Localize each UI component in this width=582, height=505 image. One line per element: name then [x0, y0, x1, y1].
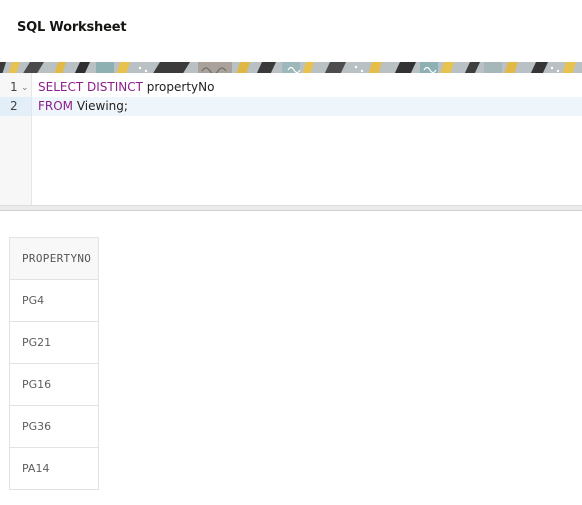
sql-text: Viewing; [73, 99, 128, 113]
table-row: PG16 [9, 363, 99, 406]
page-title: SQL Worksheet [17, 20, 127, 35]
sql-keyword: SELECT DISTINCT [38, 80, 143, 94]
sql-text: propertyNo [142, 80, 215, 94]
table-header-row: PROPERTYNO [9, 237, 99, 280]
sql-editor[interactable]: 1 ⌄ 2 SELECT DISTINCT propertyNo FROM Vi… [0, 73, 582, 205]
query-results-panel: PROPERTYNO PG4 PG21 PG16 PG36 PA14 [0, 211, 582, 505]
gutter-line-1: 1 ⌄ [0, 78, 31, 97]
code-line-2[interactable]: FROM Viewing; [32, 97, 582, 116]
decorative-banner [0, 60, 582, 73]
table-cell[interactable]: PG36 [9, 405, 99, 448]
table-cell[interactable]: PA14 [9, 447, 99, 490]
gutter-line-2: 2 [0, 97, 31, 116]
column-header-propertyno[interactable]: PROPERTYNO [9, 237, 99, 280]
sql-keyword: FROM [38, 99, 74, 113]
results-table: PROPERTYNO PG4 PG21 PG16 PG36 PA14 [9, 237, 99, 490]
worksheet-header: SQL Worksheet [0, 0, 582, 60]
table-row: PG36 [9, 405, 99, 448]
table-cell[interactable]: PG21 [9, 321, 99, 364]
table-cell[interactable]: PG16 [9, 363, 99, 406]
table-row: PG21 [9, 321, 99, 364]
chevron-down-icon[interactable]: ⌄ [21, 79, 29, 98]
banner-pattern [0, 62, 582, 73]
line-number: 2 [10, 99, 18, 113]
table-row: PG4 [9, 279, 99, 322]
table-row: PA14 [9, 447, 99, 490]
table-cell[interactable]: PG4 [9, 279, 99, 322]
line-number-gutter: 1 ⌄ 2 [0, 73, 32, 205]
line-number: 1 [10, 80, 18, 94]
code-line-1[interactable]: SELECT DISTINCT propertyNo [32, 78, 582, 97]
